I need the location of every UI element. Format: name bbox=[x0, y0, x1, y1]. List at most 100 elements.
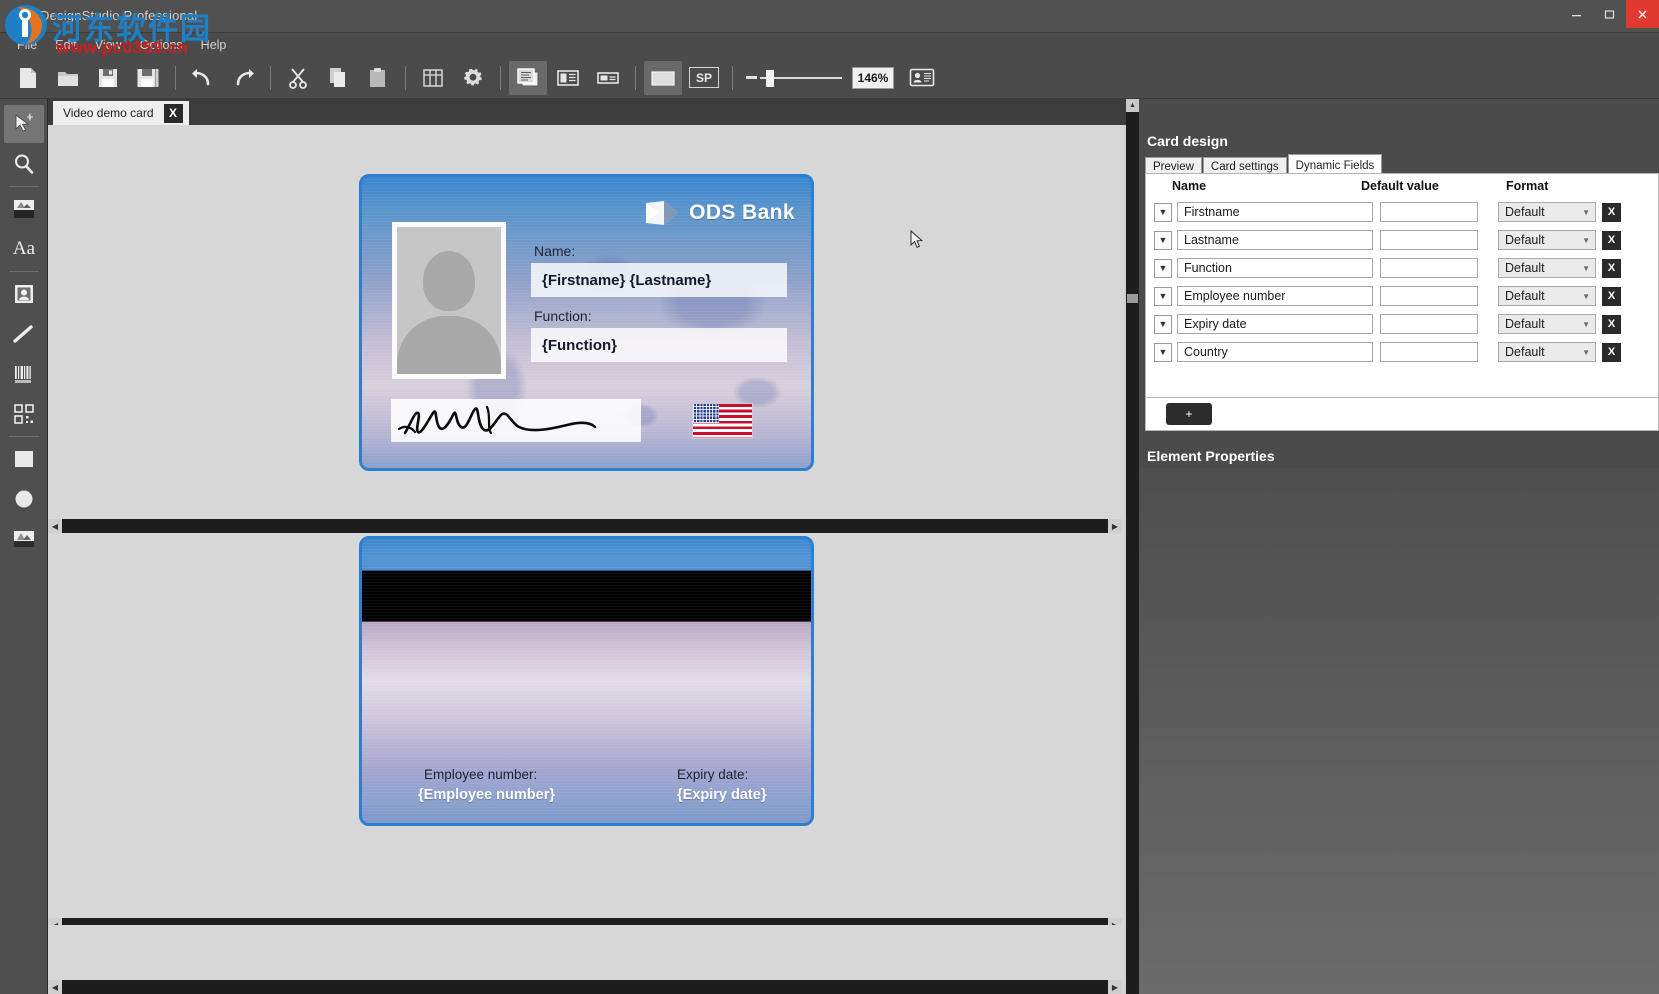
table-row[interactable]: ▼ Employee number Default ▼ X bbox=[1146, 282, 1658, 310]
chevron-down-icon[interactable]: ▼ bbox=[1154, 343, 1172, 362]
new-document-button[interactable] bbox=[9, 61, 47, 95]
table-row[interactable]: ▼ Country Default ▼ X bbox=[1146, 338, 1658, 366]
table-row[interactable]: ▼ Lastname Default ▼ X bbox=[1146, 226, 1658, 254]
scroll-left-arrow-icon[interactable]: ◀ bbox=[48, 519, 62, 533]
scroll-right-arrow-icon-3[interactable]: ▶ bbox=[1108, 980, 1122, 994]
add-field-button[interactable]: + bbox=[1166, 403, 1212, 425]
field-default-value-input-0[interactable] bbox=[1380, 202, 1478, 222]
document-tab-close-button[interactable]: X bbox=[164, 104, 183, 123]
chevron-down-icon[interactable]: ▼ bbox=[1154, 231, 1172, 250]
table-row[interactable]: ▼ Firstname Default ▼ X bbox=[1146, 198, 1658, 226]
field-default-value-input-1[interactable] bbox=[1380, 230, 1478, 250]
field-name-input-0[interactable]: Firstname bbox=[1177, 202, 1373, 222]
barcode-tool[interactable] bbox=[4, 355, 44, 393]
sp-button[interactable]: SP bbox=[689, 67, 719, 88]
chevron-down-icon[interactable]: ▼ bbox=[1154, 315, 1172, 334]
card-preview-button[interactable] bbox=[903, 61, 941, 95]
text-tool[interactable]: Aa bbox=[4, 230, 44, 268]
line-tool[interactable] bbox=[4, 315, 44, 353]
field-format-select-2[interactable]: Default ▼ bbox=[1498, 258, 1596, 278]
canvas-horizontal-scrollbar-3[interactable]: ◀ ▶ bbox=[48, 980, 1122, 994]
save-button[interactable] bbox=[89, 61, 127, 95]
maximize-button[interactable] bbox=[1593, 0, 1626, 28]
layout-front-back-button[interactable] bbox=[509, 61, 547, 95]
canvas-horizontal-scrollbar-1[interactable]: ◀ ▶ bbox=[48, 519, 1122, 533]
zoom-level-value[interactable]: 146% bbox=[852, 67, 894, 89]
photo-portrait-tool[interactable] bbox=[4, 275, 44, 313]
field-name-input-2[interactable]: Function bbox=[1177, 258, 1373, 278]
panel-scroll-thumb[interactable] bbox=[1127, 294, 1138, 303]
signature-box[interactable] bbox=[391, 399, 641, 442]
design-canvas[interactable]: ODS Bank Name: {Firstname} {Lastname} Fu… bbox=[48, 125, 1139, 994]
table-row[interactable]: ▼ Function Default ▼ X bbox=[1146, 254, 1658, 282]
scroll-track-3[interactable] bbox=[62, 980, 1108, 994]
document-tab[interactable]: Video demo card X bbox=[53, 101, 189, 125]
copy-button[interactable] bbox=[319, 61, 357, 95]
panel-scroll-up-icon[interactable]: ▲ bbox=[1126, 99, 1139, 112]
field-name-input-3[interactable]: Employee number bbox=[1177, 286, 1373, 306]
settings-button[interactable] bbox=[454, 61, 492, 95]
application-window: DesignStudio Professional File Edit View… bbox=[0, 0, 1659, 994]
field-default-value-input-4[interactable] bbox=[1380, 314, 1478, 334]
minimize-button[interactable] bbox=[1560, 0, 1593, 28]
zoom-magnifier-tool[interactable] bbox=[4, 145, 44, 183]
table-row[interactable]: ▼ Expiry date Default ▼ X bbox=[1146, 310, 1658, 338]
open-file-button[interactable] bbox=[49, 61, 87, 95]
id-card-front[interactable]: ODS Bank Name: {Firstname} {Lastname} Fu… bbox=[359, 174, 814, 471]
picture-tool[interactable] bbox=[4, 520, 44, 558]
expiry-date-value[interactable]: {Expiry date} bbox=[677, 787, 766, 803]
zoom-slider[interactable] bbox=[746, 63, 842, 93]
card-brand[interactable]: ODS Bank bbox=[644, 199, 795, 227]
scroll-left-arrow-icon-3[interactable]: ◀ bbox=[48, 980, 62, 994]
field-format-select-4[interactable]: Default ▼ bbox=[1498, 314, 1596, 334]
card-back-pane[interactable]: Employee number: {Employee number} Expir… bbox=[48, 533, 1122, 918]
qrcode-tool[interactable] bbox=[4, 395, 44, 433]
field-name-input-4[interactable]: Expiry date bbox=[1177, 314, 1373, 334]
field-default-value-input-3[interactable] bbox=[1380, 286, 1478, 306]
function-field-value[interactable]: {Function} bbox=[531, 328, 787, 362]
name-field-value[interactable]: {Firstname} {Lastname} bbox=[531, 263, 787, 297]
field-name-input-1[interactable]: Lastname bbox=[1177, 230, 1373, 250]
scroll-track[interactable] bbox=[62, 519, 1108, 533]
layout-single-button[interactable] bbox=[589, 61, 627, 95]
photo-placeholder[interactable] bbox=[392, 222, 506, 379]
field-format-select-3[interactable]: Default ▼ bbox=[1498, 286, 1596, 306]
scroll-right-arrow-icon[interactable]: ▶ bbox=[1108, 519, 1122, 533]
paste-button[interactable] bbox=[359, 61, 397, 95]
us-flag-icon[interactable] bbox=[692, 403, 753, 439]
cut-button[interactable] bbox=[279, 61, 317, 95]
image-layout-tool[interactable] bbox=[4, 190, 44, 228]
field-format-select-1[interactable]: Default ▼ bbox=[1498, 230, 1596, 250]
undo-button[interactable] bbox=[184, 61, 222, 95]
toolbar-separator-1 bbox=[175, 66, 176, 90]
card-blank-button[interactable] bbox=[644, 61, 682, 95]
rectangle-tool[interactable] bbox=[4, 440, 44, 478]
panel-scrollbar[interactable]: ▲ bbox=[1126, 99, 1139, 994]
close-button[interactable] bbox=[1626, 0, 1659, 28]
redo-button[interactable] bbox=[224, 61, 262, 95]
select-move-tool[interactable] bbox=[4, 105, 44, 143]
field-delete-button-3[interactable]: X bbox=[1602, 287, 1621, 306]
chevron-down-icon[interactable]: ▼ bbox=[1154, 287, 1172, 306]
field-delete-button-1[interactable]: X bbox=[1602, 231, 1621, 250]
card-front-pane[interactable]: ODS Bank Name: {Firstname} {Lastname} Fu… bbox=[48, 125, 1122, 518]
table-grid-button[interactable] bbox=[414, 61, 452, 95]
field-name-input-5[interactable]: Country bbox=[1177, 342, 1373, 362]
field-default-value-input-2[interactable] bbox=[1380, 258, 1478, 278]
chevron-down-icon[interactable]: ▼ bbox=[1154, 203, 1172, 222]
field-delete-button-4[interactable]: X bbox=[1602, 315, 1621, 334]
field-delete-button-0[interactable]: X bbox=[1602, 203, 1621, 222]
ellipse-tool[interactable] bbox=[4, 480, 44, 518]
field-format-select-0[interactable]: Default ▼ bbox=[1498, 202, 1596, 222]
field-delete-button-5[interactable]: X bbox=[1602, 343, 1621, 362]
zoom-slider-thumb[interactable] bbox=[766, 70, 774, 87]
id-card-back[interactable]: Employee number: {Employee number} Expir… bbox=[359, 536, 814, 826]
field-delete-button-2[interactable]: X bbox=[1602, 259, 1621, 278]
chevron-down-icon[interactable]: ▼ bbox=[1154, 259, 1172, 278]
field-format-select-5[interactable]: Default ▼ bbox=[1498, 342, 1596, 362]
chevron-down-icon: ▼ bbox=[1582, 348, 1590, 357]
layout-split-button[interactable] bbox=[549, 61, 587, 95]
employee-number-value[interactable]: {Employee number} bbox=[418, 787, 555, 803]
field-default-value-input-5[interactable] bbox=[1380, 342, 1478, 362]
save-as-button[interactable] bbox=[129, 61, 167, 95]
